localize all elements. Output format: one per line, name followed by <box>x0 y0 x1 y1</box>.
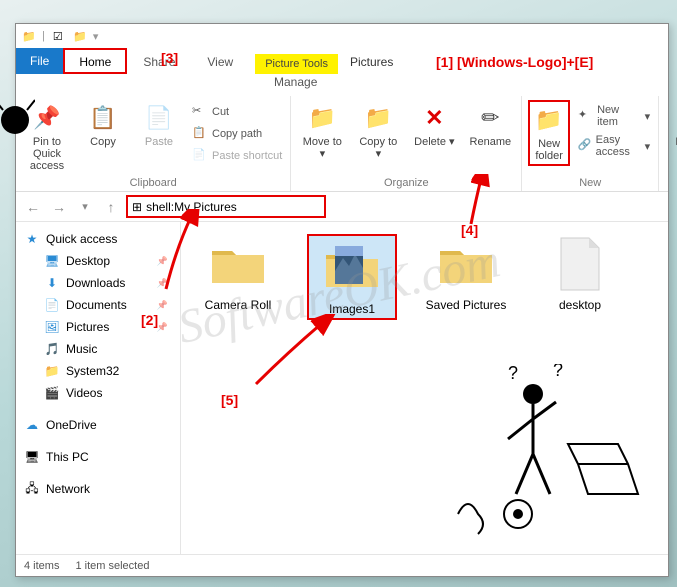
tab-manage[interactable]: Manage <box>260 70 331 96</box>
move-to-icon: 📁 <box>306 102 338 134</box>
pictures-icon: 🖼 <box>44 319 60 335</box>
nav-system32[interactable]: 📁System32 <box>16 360 180 382</box>
tab-home[interactable]: Home <box>63 48 127 74</box>
status-bar: 4 items 1 item selected <box>16 554 668 576</box>
move-to-button[interactable]: 📁 Move to ▾ <box>297 100 347 162</box>
item-label: desktop <box>559 298 601 312</box>
copy-to-button[interactable]: 📁 Copy to ▾ <box>353 100 403 162</box>
decor-beetle-left <box>0 80 35 200</box>
annotation-arrow-2 <box>136 209 216 299</box>
copy-path-button[interactable]: 📋Copy path <box>190 124 284 144</box>
annotation-3: [3] <box>161 50 178 66</box>
thumbnail-picture-icon <box>335 246 363 284</box>
address-bar-row: ← → ▾ ↑ ⊞ shell:My Pictures <box>16 192 668 222</box>
desktop-icon: 🖥 <box>44 253 60 269</box>
explorer-window: 📁 | ☑ 📁 ▾ [3] [1] [Windows-Logo]+[E] Fil… <box>15 23 669 577</box>
svg-text:?: ? <box>553 364 563 380</box>
easy-access-button[interactable]: 🔗Easy access ▾ <box>576 132 652 160</box>
quick-access-toolbar: 📁 | ☑ 📁 ▾ <box>16 24 668 48</box>
checkbox-icon[interactable]: ☑ <box>49 27 67 45</box>
documents-icon: 📄 <box>44 297 60 313</box>
folder-images1[interactable]: Images1 <box>307 234 397 320</box>
folder-icon <box>436 239 496 289</box>
annotation-1: [1] [Windows-Logo]+[E] <box>436 54 593 70</box>
onedrive-icon: ☁ <box>24 417 40 433</box>
annotation-4: [4] <box>461 222 478 238</box>
paste-shortcut-button: 📄Paste shortcut <box>190 146 284 166</box>
delete-button[interactable]: ✕ Delete ▾ <box>409 100 459 150</box>
copy-icon: 📋 <box>87 102 119 134</box>
properties-button[interactable]: ✔ Prope <box>665 100 677 150</box>
cut-icon: ✂ <box>192 104 208 120</box>
forward-button[interactable]: → <box>48 196 70 218</box>
folder-icon: 📁 <box>44 363 60 379</box>
delete-icon: ✕ <box>418 102 450 134</box>
downloads-icon: ⬇ <box>44 275 60 291</box>
recent-locations-button[interactable]: ▾ <box>74 196 96 218</box>
paste-icon: 📄 <box>143 102 175 134</box>
cut-button[interactable]: ✂Cut <box>190 102 284 122</box>
folder-icon <box>208 239 268 289</box>
nav-this-pc[interactable]: 🖥This PC <box>16 446 180 468</box>
nav-music[interactable]: 🎵Music <box>16 338 180 360</box>
copy-button[interactable]: 📋 Copy <box>78 100 128 150</box>
folder-small-icon: 📁 <box>71 27 89 45</box>
rename-icon: ✏ <box>474 102 506 134</box>
decor-confused-figure: ? ? <box>428 364 648 544</box>
this-pc-icon: 🖥 <box>24 449 40 465</box>
folder-icon: 📁 <box>20 27 38 45</box>
item-label: Saved Pictures <box>426 298 507 312</box>
annotation-5: [5] <box>221 392 238 408</box>
ribbon-group-clipboard: Clipboard <box>22 175 284 189</box>
file-desktop[interactable]: desktop <box>535 234 625 312</box>
tab-file[interactable]: File <box>16 48 63 74</box>
videos-icon: 🎬 <box>44 385 60 401</box>
paste-button: 📄 Paste <box>134 100 184 150</box>
rename-button[interactable]: ✏ Rename <box>465 100 515 150</box>
file-icon <box>557 236 603 292</box>
new-folder-button[interactable]: 📁 New folder <box>528 100 570 166</box>
nav-onedrive[interactable]: ☁OneDrive <box>16 414 180 436</box>
window-title: Pictures <box>338 50 405 74</box>
new-item-button[interactable]: ✦New item ▾ <box>576 102 652 130</box>
copy-to-icon: 📁 <box>362 102 394 134</box>
nav-network[interactable]: 🖧Network <box>16 478 180 500</box>
nav-videos[interactable]: 🎬Videos <box>16 382 180 404</box>
annotation-arrow-5 <box>246 314 346 394</box>
new-folder-icon: 📁 <box>533 104 565 136</box>
tab-view[interactable]: View <box>191 48 249 74</box>
ribbon: 📌 Pin to Quick access 📋 Copy 📄 Paste ✂Cu… <box>16 96 668 192</box>
up-button[interactable]: ↑ <box>100 196 122 218</box>
quick-access-icon: ★ <box>24 231 40 247</box>
copy-path-icon: 📋 <box>192 126 208 142</box>
annotation-arrow-4 <box>451 174 511 234</box>
status-selected: 1 item selected <box>75 560 149 572</box>
folder-saved-pictures[interactable]: Saved Pictures <box>421 234 511 312</box>
ribbon-group-new: New <box>528 175 652 189</box>
network-icon: 🖧 <box>24 481 40 497</box>
easy-access-icon: 🔗 <box>578 138 592 154</box>
paste-shortcut-icon: 📄 <box>192 148 208 164</box>
annotation-2: [2] <box>141 312 158 328</box>
item-label: Camera Roll <box>205 298 272 312</box>
music-icon: 🎵 <box>44 341 60 357</box>
tab-share[interactable]: Share <box>127 48 191 74</box>
new-item-icon: ✦ <box>578 108 593 124</box>
pin-icon: 📌 <box>31 102 63 134</box>
svg-text:?: ? <box>508 364 518 383</box>
status-item-count: 4 items <box>24 560 59 572</box>
